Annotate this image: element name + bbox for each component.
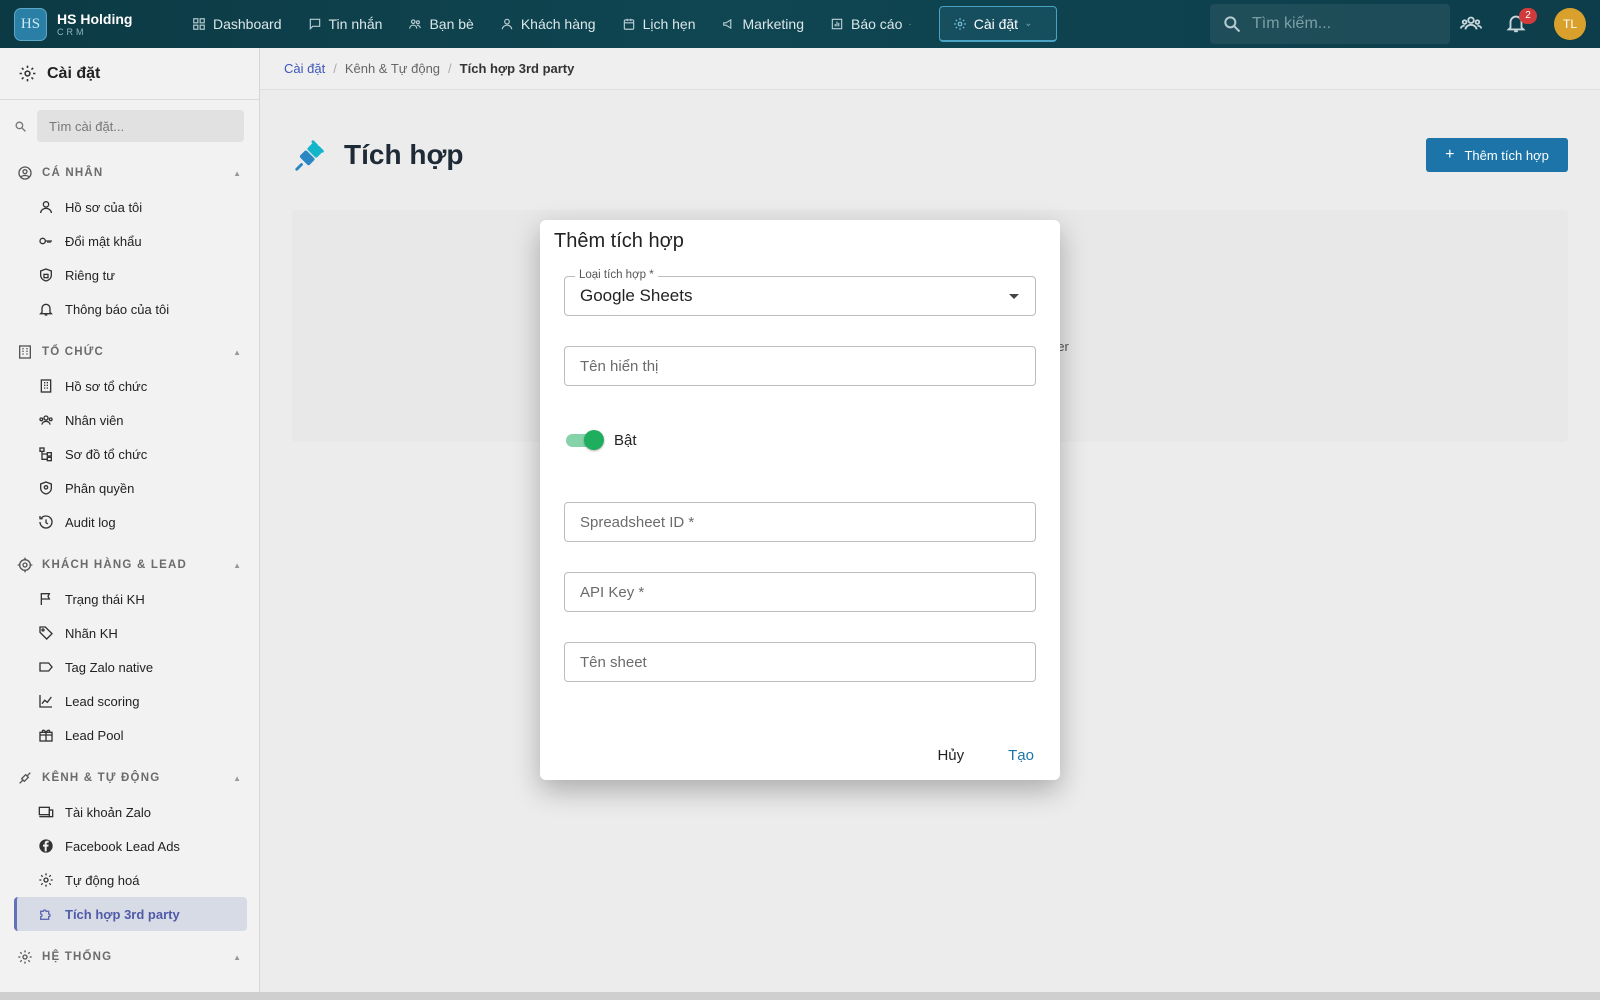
dialog-title: Thêm tích hợp [554, 230, 684, 252]
sheet-name-input[interactable] [580, 653, 1020, 671]
cancel-button[interactable]: Hủy [937, 747, 964, 764]
create-button[interactable]: Tạo [1008, 747, 1034, 764]
dialog-actions: Hủy Tạo [937, 747, 1034, 764]
enabled-toggle-label: Bật [614, 431, 637, 449]
display-name-input[interactable] [580, 357, 1020, 375]
enabled-toggle[interactable] [564, 430, 604, 450]
api-key-input[interactable] [580, 583, 1020, 601]
sheet-name-field[interactable] [564, 642, 1036, 682]
display-name-field[interactable] [564, 346, 1036, 386]
api-key-field[interactable] [564, 572, 1036, 612]
enabled-toggle-row: Bật [564, 430, 637, 450]
spreadsheet-id-input[interactable] [580, 513, 1020, 531]
dropdown-arrow-icon [1009, 294, 1019, 299]
integration-type-label: Loại tích hợp * [575, 269, 658, 281]
toggle-thumb [584, 430, 604, 450]
integration-type-select[interactable]: Loại tích hợp * Google Sheets [564, 269, 1036, 316]
add-integration-dialog: Thêm tích hợp Loại tích hợp * Google She… [540, 220, 1060, 780]
spreadsheet-id-field[interactable] [564, 502, 1036, 542]
integration-type-value: Google Sheets [580, 286, 693, 305]
